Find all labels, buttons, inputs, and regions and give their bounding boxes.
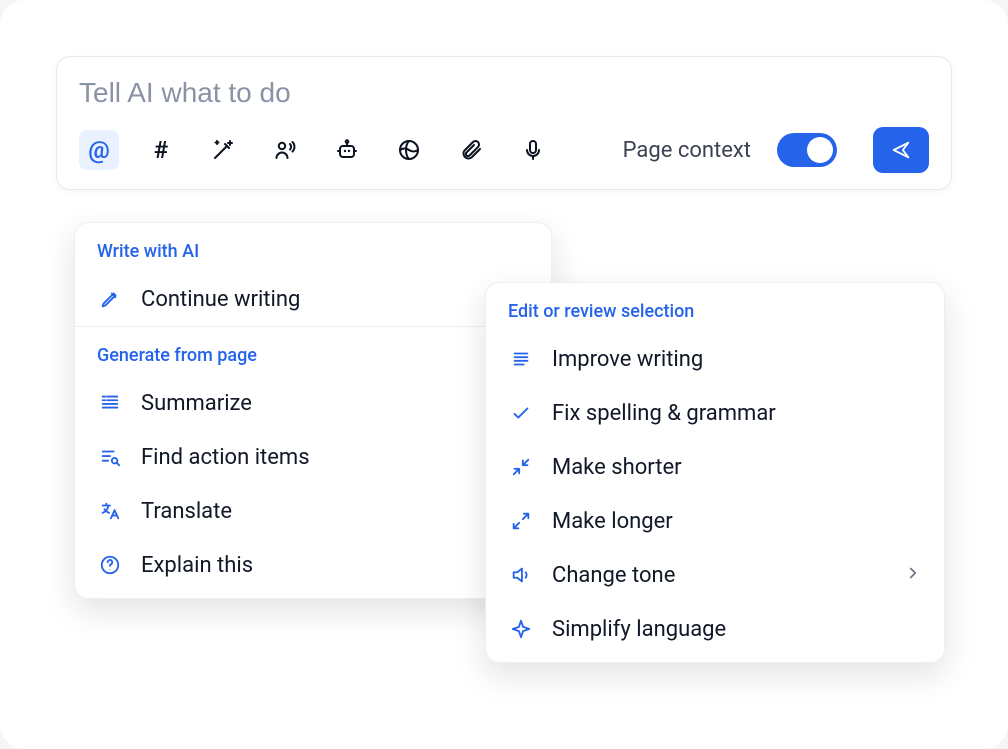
menu-label: Fix spelling & grammar: [552, 401, 922, 426]
chevron-right-icon: [904, 563, 922, 588]
menu-item-find-action-items[interactable]: Find action items: [75, 430, 551, 484]
menu-label: Explain this: [141, 553, 529, 578]
panel-heading-write: Write with AI: [75, 223, 551, 272]
menu-label: Continue writing: [141, 287, 529, 312]
menu-item-make-shorter[interactable]: Make shorter: [486, 440, 944, 494]
speaker-icon: [508, 562, 534, 588]
page-context-label: Page context: [623, 138, 751, 163]
app-canvas: @ # Page context: [0, 0, 1008, 749]
arrows-in-icon: [508, 454, 534, 480]
arrows-out-icon: [508, 508, 534, 534]
list-search-icon: [97, 444, 123, 470]
microphone-icon[interactable]: [513, 130, 553, 170]
menu-label: Make shorter: [552, 455, 922, 480]
panel-heading-edit: Edit or review selection: [486, 283, 944, 332]
prompt-bar: @ # Page context: [56, 56, 952, 190]
menu-label: Find action items: [141, 445, 529, 470]
mention-icon[interactable]: @: [79, 130, 119, 170]
prompt-toolbar: @ # Page context: [79, 127, 929, 173]
menu-item-explain-this[interactable]: Explain this: [75, 538, 551, 598]
translate-icon: [97, 498, 123, 524]
menu-label: Make longer: [552, 509, 922, 534]
menu-item-continue-writing[interactable]: Continue writing: [75, 272, 551, 326]
menu-label: Change tone: [552, 563, 886, 588]
menu-item-simplify-language[interactable]: Simplify language: [486, 602, 944, 662]
lines-icon: [508, 346, 534, 372]
write-actions-panel: Write with AI Continue writing Generate …: [74, 222, 552, 599]
menu-item-improve-writing[interactable]: Improve writing: [486, 332, 944, 386]
page-context-toggle[interactable]: [777, 133, 837, 167]
paperclip-icon[interactable]: [451, 130, 491, 170]
menu-item-change-tone[interactable]: Change tone: [486, 548, 944, 602]
pencil-icon: [97, 286, 123, 312]
menu-label: Improve writing: [552, 347, 922, 372]
menu-label: Simplify language: [552, 617, 922, 642]
menu-item-translate[interactable]: Translate: [75, 484, 551, 538]
menu-label: Translate: [141, 499, 529, 524]
menu-item-summarize[interactable]: Summarize: [75, 376, 551, 430]
send-button[interactable]: [873, 127, 929, 173]
question-circle-icon: [97, 552, 123, 578]
magic-wand-icon[interactable]: [203, 130, 243, 170]
sparkle-icon: [508, 616, 534, 642]
summarize-icon: [97, 390, 123, 416]
menu-item-fix-spelling[interactable]: Fix spelling & grammar: [486, 386, 944, 440]
edit-selection-panel: Edit or review selection Improve writing…: [485, 282, 945, 663]
menu-item-make-longer[interactable]: Make longer: [486, 494, 944, 548]
check-icon: [508, 400, 534, 426]
prompt-input[interactable]: [79, 77, 929, 109]
panel-heading-generate: Generate from page: [75, 327, 551, 376]
menu-label: Summarize: [141, 391, 529, 416]
hash-icon[interactable]: #: [141, 130, 181, 170]
robot-icon[interactable]: [327, 130, 367, 170]
globe-icon[interactable]: [389, 130, 429, 170]
person-voice-icon[interactable]: [265, 130, 305, 170]
